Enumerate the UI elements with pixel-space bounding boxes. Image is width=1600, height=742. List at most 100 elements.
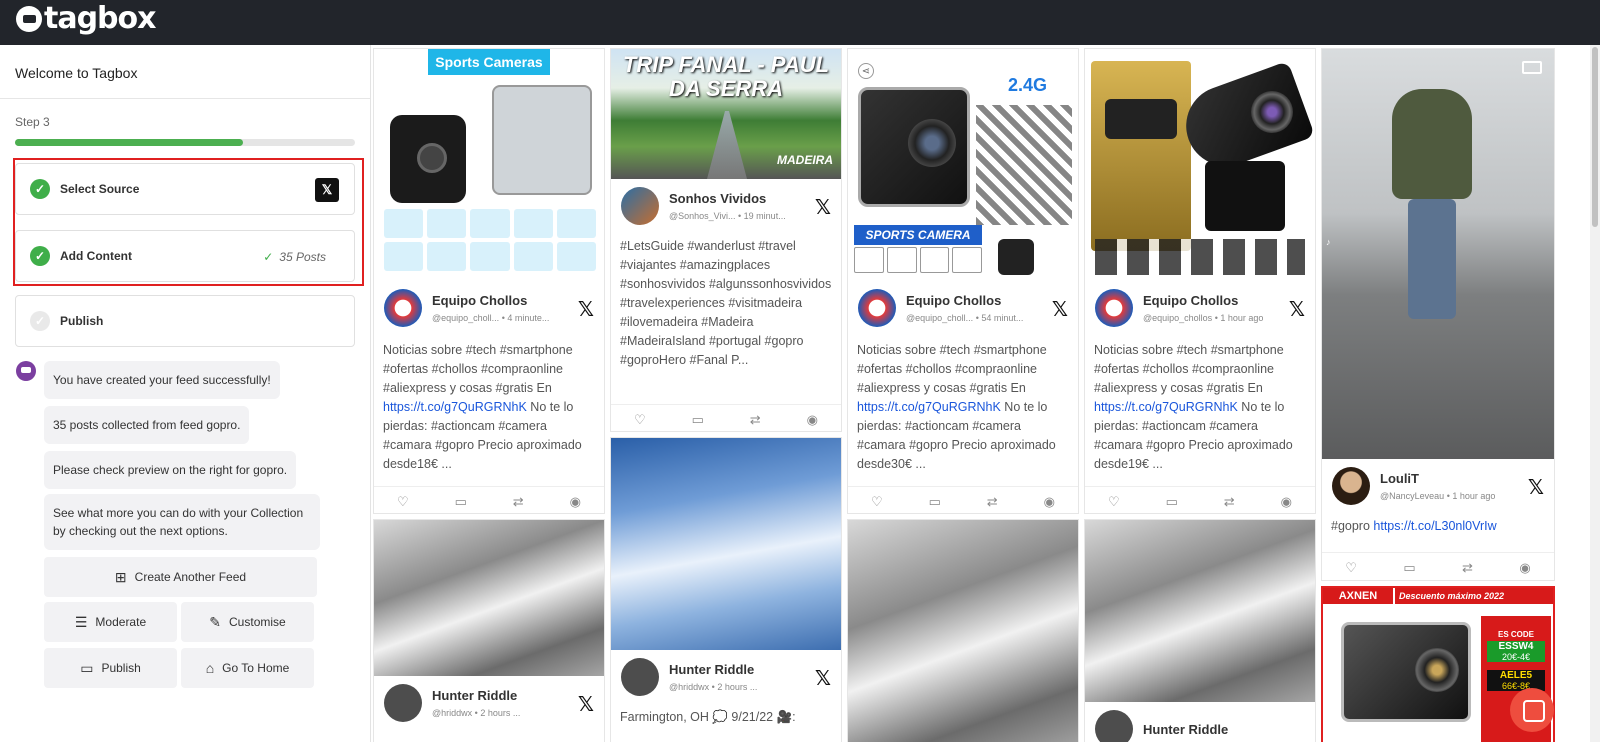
assistant-message: See what more you can do with your Colle… — [44, 494, 320, 550]
retweet-icon[interactable]: ⇄ — [1224, 494, 1235, 510]
retweet-icon[interactable]: ⇄ — [1462, 560, 1473, 576]
comment-icon[interactable]: ▭ — [1403, 560, 1415, 576]
post-author[interactable]: Equipo Chollos @equipo_chollos • 1 hour … — [1095, 289, 1263, 327]
feed-post-card[interactable]: TRIP FANAL - PAUL DA SERRA MADEIRA Sonho… — [610, 48, 842, 432]
feature-icon — [384, 242, 424, 271]
comment-icon[interactable]: ▭ — [692, 412, 704, 428]
assistant-message: 35 posts collected from feed gopro. — [44, 406, 250, 444]
step-publish[interactable]: ✓ Publish — [15, 295, 355, 347]
moderate-button[interactable]: ☰ Moderate — [44, 602, 177, 642]
author-name: LouliT — [1380, 471, 1419, 486]
feed-post-card[interactable]: Hunter Riddle @hriddwx • 2 hours ... 𝕏 F… — [610, 437, 842, 742]
code-price: 20€-4€ — [1487, 652, 1545, 662]
post-author[interactable]: Hunter Riddle @hriddwx • 2 hours ... — [621, 658, 757, 696]
share-icon[interactable]: ⋖ — [858, 63, 874, 79]
comment-icon[interactable]: ▭ — [1166, 494, 1178, 510]
post-author[interactable]: Equipo Chollos @equipo_choll... • 4 minu… — [384, 289, 549, 327]
retweet-icon[interactable]: ⇄ — [987, 494, 998, 510]
feed-scrollbar[interactable] — [1590, 45, 1600, 742]
x-logo-icon[interactable]: 𝕏 — [1528, 475, 1544, 499]
view-icon[interactable]: ◉ — [1519, 560, 1530, 576]
tiktok-watermark-icon: ♪ — [1326, 237, 1331, 247]
view-icon[interactable]: ◉ — [570, 494, 581, 510]
post-author[interactable]: Equipo Chollos @equipo_choll... • 54 min… — [858, 289, 1023, 327]
post-text: Farmington, OH 💭 9/21/22 🎥: — [620, 710, 796, 724]
post-author[interactable]: Hunter Riddle @hriddwx • 2 hours ... — [384, 684, 520, 722]
post-link[interactable]: https://t.co/g7QuRGRNhK — [857, 400, 1001, 414]
author-name: Sonhos Vividos — [669, 191, 767, 206]
avatar — [384, 684, 422, 722]
author-name: Hunter Riddle — [1143, 721, 1229, 737]
view-icon[interactable]: ◉ — [807, 412, 818, 428]
chat-launcher-icon[interactable] — [1510, 688, 1554, 732]
like-icon[interactable]: ♡ — [634, 412, 646, 428]
author-name: Equipo Chollos — [1143, 293, 1239, 308]
go-to-home-button[interactable]: ⌂ Go To Home — [181, 648, 314, 688]
feed-post-card[interactable]: Hunter Riddle — [1084, 519, 1316, 742]
like-icon[interactable]: ♡ — [397, 494, 409, 510]
x-logo-icon[interactable]: 𝕏 — [578, 297, 594, 321]
image-banner: SPORTS CAMERA — [854, 225, 982, 245]
like-icon[interactable]: ♡ — [1108, 494, 1120, 510]
comment-icon[interactable]: ▭ — [455, 494, 467, 510]
create-another-feed-button[interactable]: ⊞ Create Another Feed — [44, 557, 317, 597]
like-icon[interactable]: ♡ — [871, 494, 883, 510]
step-progress-fill — [15, 139, 243, 146]
x-logo-icon[interactable]: 𝕏 — [578, 692, 594, 716]
step-select-source[interactable]: ✓ Select Source 𝕏 — [15, 163, 355, 215]
comment-icon[interactable]: ▭ — [929, 494, 941, 510]
code-label: ES CODE — [1497, 630, 1534, 639]
post-image — [374, 520, 604, 676]
post-actions: ♡ ▭ ⇄ ◉ — [848, 486, 1078, 513]
sliders-icon: ☰ — [74, 613, 88, 630]
scrollbar-thumb[interactable] — [1592, 47, 1598, 227]
step-add-content[interactable]: ✓ Add Content ✓ 35 Posts — [15, 230, 355, 282]
customise-button[interactable]: ✎ Customise — [181, 602, 314, 642]
x-logo-icon[interactable]: 𝕏 — [1289, 297, 1305, 321]
feature-icon — [427, 242, 467, 271]
home-icon: ⌂ — [205, 660, 215, 676]
feed-post-card[interactable]: ⋖ 2.4G SPORTS CAMERA Equipo Chollos @equ… — [847, 48, 1079, 514]
view-icon[interactable]: ◉ — [1044, 494, 1055, 510]
feed-post-card[interactable]: Sports Cameras Equipo Chollos @equipo_ch… — [373, 48, 605, 514]
post-author[interactable]: Sonhos Vividos @Sonhos_Vivi... • 19 minu… — [621, 187, 786, 225]
post-author[interactable]: Hunter Riddle — [1095, 710, 1228, 742]
assistant-avatar-icon — [16, 361, 36, 381]
x-logo-icon[interactable]: 𝕏 — [815, 666, 831, 690]
feed-post-card[interactable]: Hunter Riddle @hriddwx • 2 hours ... 𝕏 — [373, 519, 605, 742]
retweet-icon[interactable]: ⇄ — [513, 494, 524, 510]
post-text: Noticias sobre #tech #smartphone #oferta… — [1094, 343, 1293, 471]
feature-icon — [952, 247, 982, 273]
retweet-icon[interactable]: ⇄ — [750, 412, 761, 428]
post-link[interactable]: https://t.co/g7QuRGRNhK — [1094, 400, 1238, 414]
post-video-thumbnail[interactable]: ♪ — [1322, 49, 1554, 459]
mount-photo — [1205, 161, 1285, 231]
step-label-add-content: Add Content — [60, 249, 132, 263]
feature-icon — [556, 242, 596, 271]
camera-lens — [908, 119, 956, 167]
feature-icon — [919, 247, 950, 273]
feed-preview: Sports Cameras Equipo Chollos @equipo_ch… — [372, 45, 1600, 742]
post-link[interactable]: https://t.co/g7QuRGRNhK — [383, 400, 527, 414]
camera-lens — [1251, 91, 1293, 133]
feed-post-card[interactable] — [847, 519, 1079, 742]
post-image: Sports Cameras — [374, 49, 604, 281]
feature-icons — [384, 209, 596, 271]
like-icon[interactable]: ♡ — [1345, 560, 1357, 576]
post-actions: ♡ ▭ ⇄ ◉ — [374, 486, 604, 513]
tagbox-logo[interactable]: tagbox — [16, 4, 156, 34]
x-logo-icon[interactable]: 𝕏 — [815, 195, 831, 219]
post-author[interactable]: LouliT @NancyLeveau • 1 hour ago — [1332, 467, 1495, 505]
camera-lens — [417, 143, 447, 173]
feed-post-card[interactable]: ♪ LouliT @NancyLeveau • 1 hour ago 𝕏 #go… — [1321, 48, 1555, 581]
avatar — [1332, 467, 1370, 505]
x-logo-icon[interactable]: 𝕏 — [1052, 297, 1068, 321]
publish-button[interactable]: ▭ Publish — [44, 648, 177, 688]
person-photo — [1408, 199, 1456, 319]
view-icon[interactable]: ◉ — [1281, 494, 1292, 510]
x-logo-icon: 𝕏 — [315, 178, 339, 202]
feed-post-card[interactable]: Equipo Chollos @equipo_chollos • 1 hour … — [1084, 48, 1316, 514]
author-meta: @equipo_choll... • 4 minute... — [432, 313, 550, 323]
post-link[interactable]: https://t.co/L30nl0VrIw — [1373, 519, 1496, 533]
author-name: Hunter Riddle — [669, 662, 755, 677]
